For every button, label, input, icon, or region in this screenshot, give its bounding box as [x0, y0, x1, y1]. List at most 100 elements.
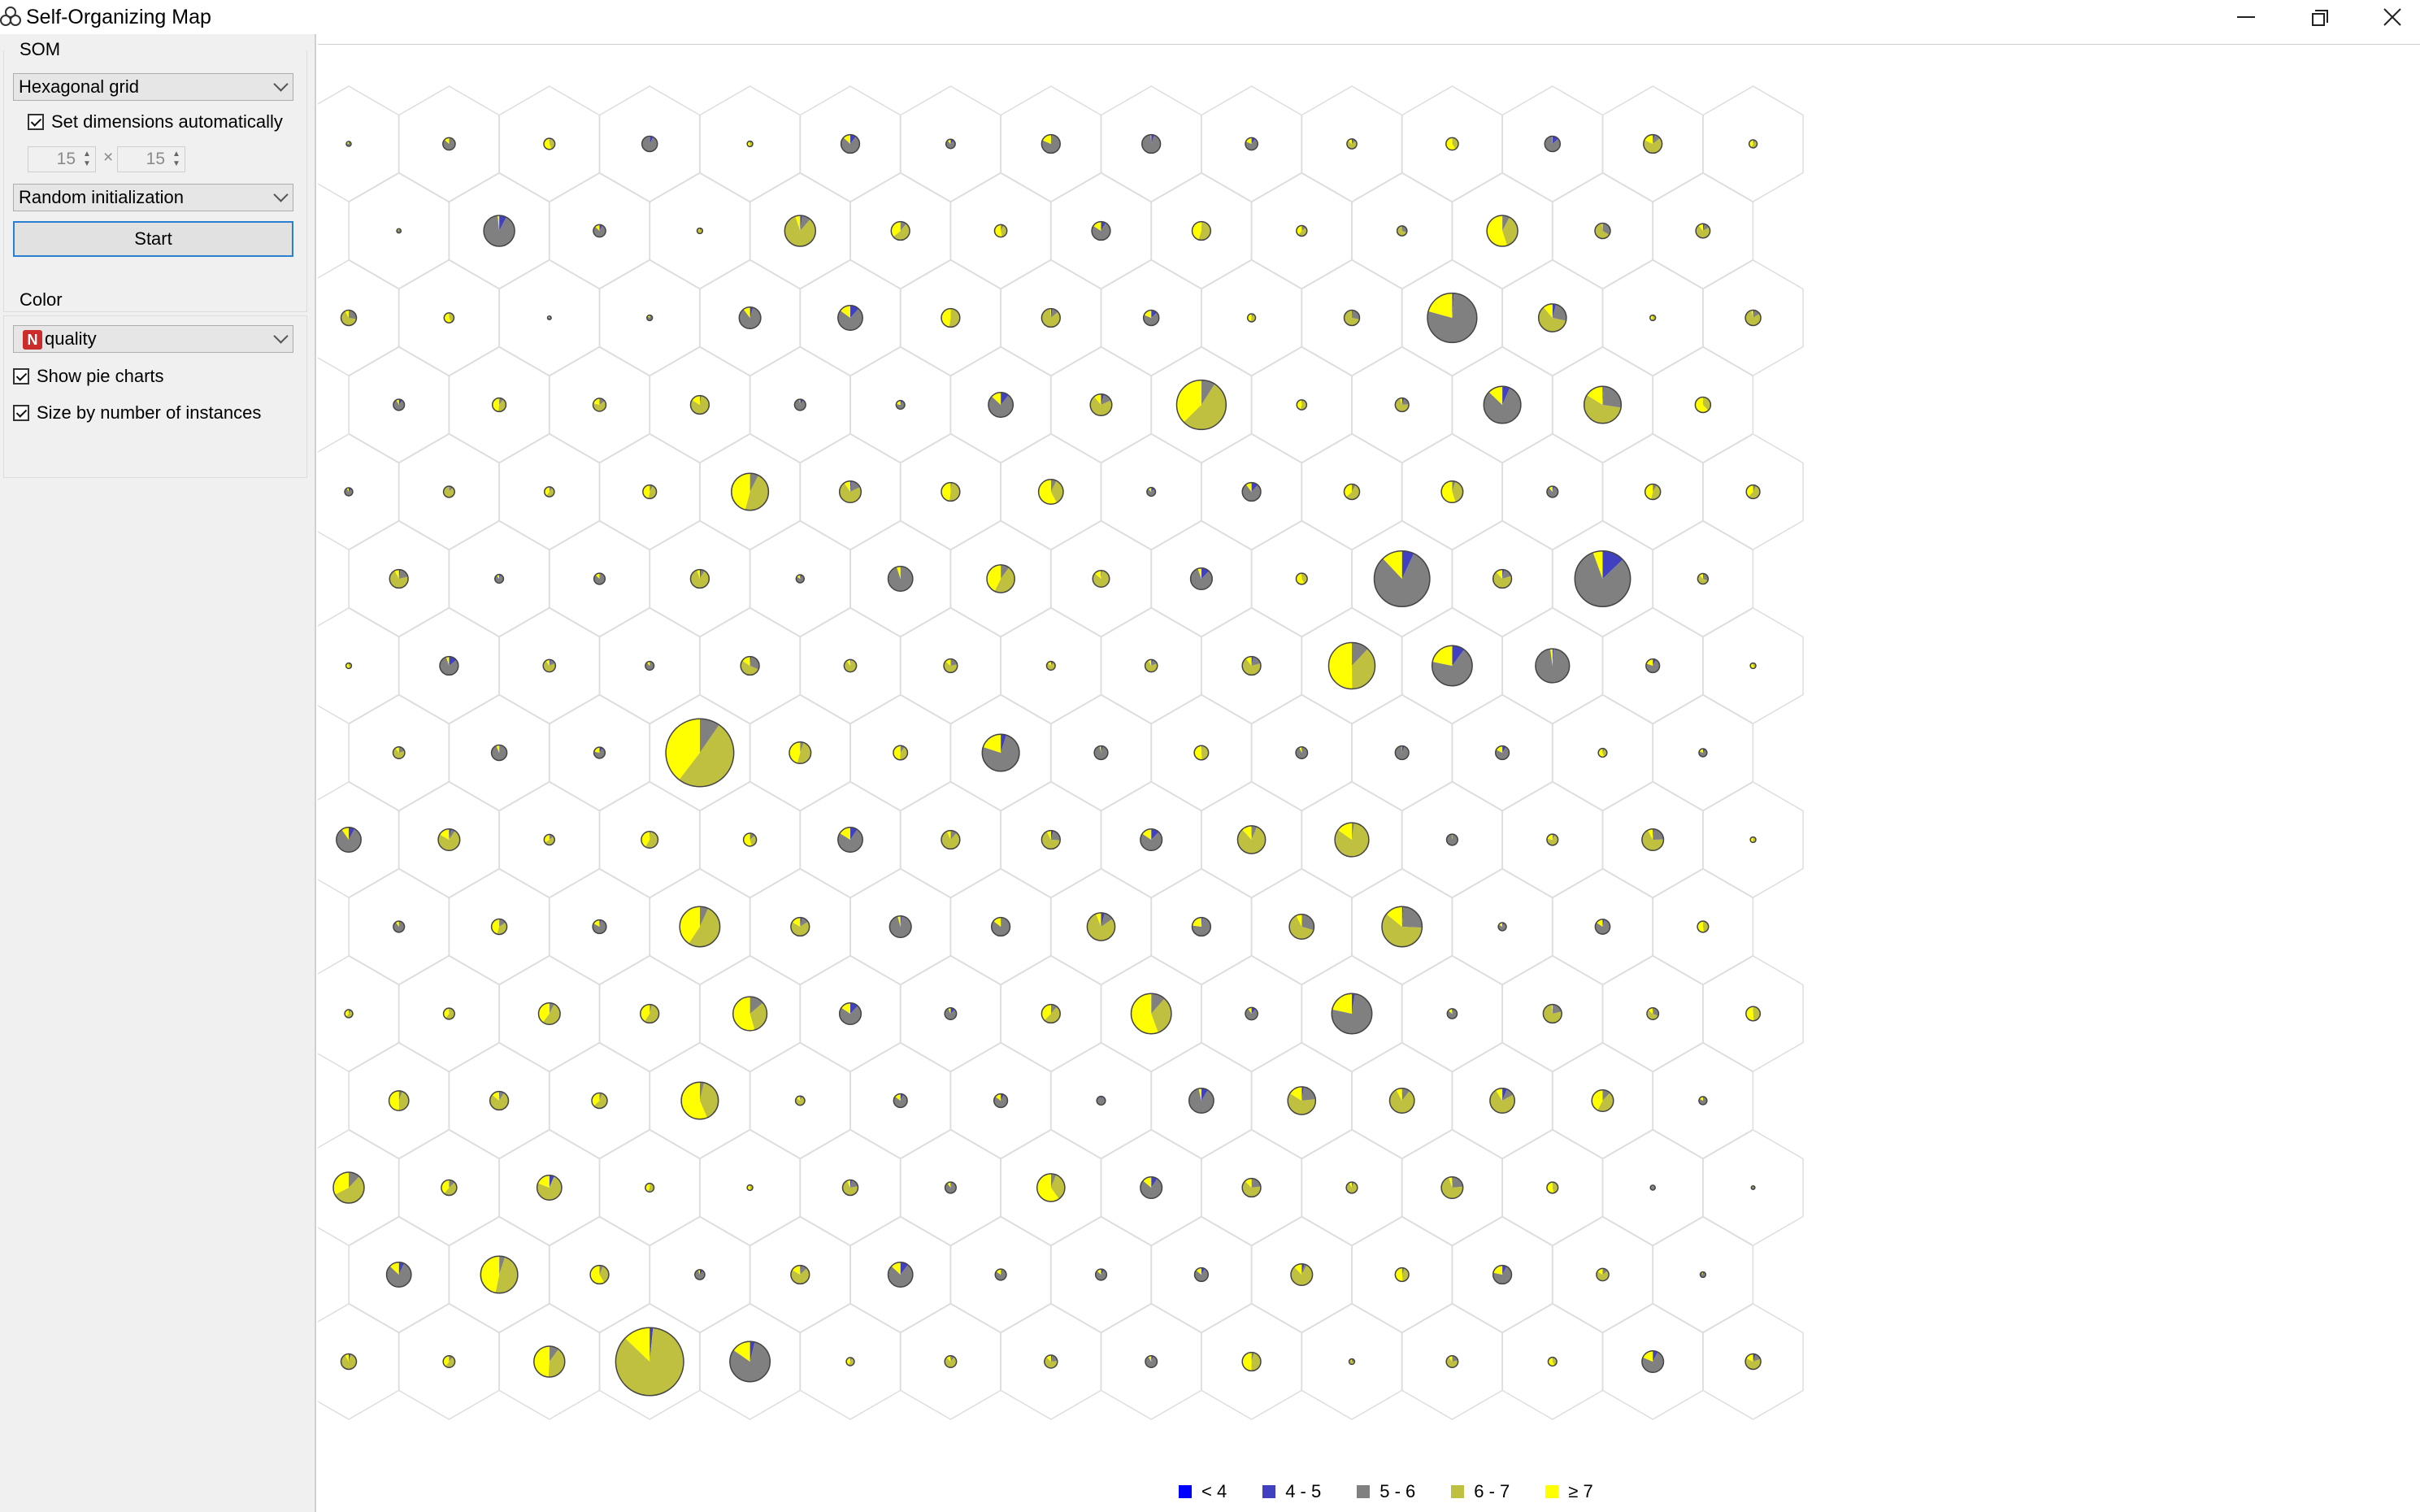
width-spinbox[interactable]: 15 ▲ ▼ — [28, 146, 96, 172]
initialization-combo[interactable]: Random initialization — [13, 184, 293, 211]
color-attribute-combo[interactable]: N quality — [13, 325, 293, 353]
orange-icon — [0, 7, 21, 26]
cell-pie-chart — [941, 829, 961, 850]
cell-pie-chart — [344, 1009, 354, 1019]
cell-pie-chart — [732, 996, 768, 1032]
cell-pie-chart — [1427, 292, 1478, 344]
cell-pie-chart — [789, 741, 812, 765]
cell-pie-chart — [1440, 1175, 1464, 1200]
chevron-down-icon — [273, 76, 289, 92]
cell-pie-chart — [893, 745, 909, 761]
cell-pie-chart — [1494, 745, 1510, 761]
som-canvas[interactable] — [318, 44, 2420, 1512]
cell-pie-chart — [680, 1081, 719, 1120]
cell-pie-chart — [1489, 1088, 1516, 1114]
size-by-instances-checkbox[interactable]: Size by number of instances — [13, 402, 261, 424]
cell-pie-chart — [887, 566, 914, 592]
cell-pie-chart — [795, 574, 805, 584]
cell-pie-chart — [1744, 309, 1762, 327]
cell-pie-chart — [1381, 906, 1423, 948]
spin-arrows-icon[interactable]: ▲ ▼ — [172, 150, 181, 169]
cell-pie-chart — [1036, 1173, 1066, 1202]
cell-pie-chart — [1296, 399, 1308, 411]
cell-pie-chart — [1241, 1177, 1262, 1198]
legend-label: ≥ 7 — [1568, 1481, 1593, 1501]
cell-pie-chart — [981, 733, 1020, 772]
legend-swatch — [1179, 1485, 1192, 1498]
cell-pie-chart — [1497, 922, 1507, 932]
show-pie-charts-checkbox[interactable]: Show pie charts — [13, 366, 164, 387]
cell-pie-chart — [1041, 307, 1061, 328]
cell-pie-chart — [345, 662, 353, 670]
cell-pie-chart — [593, 746, 606, 759]
cell-pie-chart — [840, 133, 861, 154]
cell-pie-chart — [1290, 1262, 1314, 1287]
height-spinbox[interactable]: 15 ▲ ▼ — [117, 146, 185, 172]
cell-pie-chart — [1044, 1354, 1058, 1369]
cell-pie-chart — [986, 564, 1015, 593]
cell-pie-chart — [746, 1184, 754, 1192]
cell-pie-chart — [442, 1355, 456, 1368]
cell-pie-chart — [1130, 993, 1172, 1035]
legend-swatch — [1545, 1485, 1559, 1498]
cell-pie-chart — [837, 827, 863, 853]
close-button[interactable] — [2356, 0, 2420, 34]
cell-pie-chart — [1343, 309, 1361, 327]
cell-pie-chart — [1440, 480, 1464, 504]
som-hex-grid[interactable] — [318, 45, 2418, 1511]
cell-pie-chart — [1574, 550, 1631, 607]
cell-pie-chart — [388, 1090, 410, 1111]
cell-pie-chart — [1583, 385, 1623, 424]
grid-type-value: Hexagonal grid — [19, 76, 139, 97]
cell-pie-chart — [665, 718, 735, 788]
cell-pie-chart — [336, 827, 362, 853]
cell-pie-chart — [993, 1093, 1009, 1109]
cell-pie-chart — [641, 135, 658, 153]
cell-pie-chart — [593, 224, 606, 238]
cell-pie-chart — [1092, 569, 1110, 589]
cell-pie-chart — [1388, 1088, 1415, 1114]
cell-pie-chart — [838, 1001, 862, 1026]
cell-pie-chart — [1695, 223, 1711, 239]
auto-dimensions-label: Set dimensions automatically — [51, 111, 283, 132]
cell-pie-chart — [1091, 220, 1111, 241]
control-panel: SOM Hexagonal grid Set dimensions automa… — [0, 34, 316, 1512]
title-bar: Self-Organizing Map — [0, 0, 2420, 34]
start-button[interactable]: Start — [13, 221, 293, 257]
checkbox-checked-icon — [13, 368, 29, 385]
cell-pie-chart — [1396, 225, 1408, 237]
cell-pie-chart — [443, 312, 455, 324]
cell-pie-chart — [442, 137, 456, 151]
spin-arrows-icon[interactable]: ▲ ▼ — [82, 150, 92, 169]
cell-pie-chart — [990, 916, 1011, 937]
restore-button[interactable] — [2283, 0, 2356, 34]
cell-pie-chart — [344, 487, 354, 497]
cell-pie-chart — [1288, 914, 1315, 940]
legend-item: < 4 — [1179, 1481, 1227, 1502]
cell-pie-chart — [1445, 833, 1458, 846]
cell-pie-chart — [988, 392, 1014, 418]
cell-pie-chart — [1193, 1267, 1210, 1283]
cell-pie-chart — [1241, 655, 1262, 676]
quality-legend: < 4 4 - 5 5 - 6 6 - 7 ≥ 7 — [1179, 1479, 1629, 1504]
cell-pie-chart — [784, 215, 817, 247]
cell-pie-chart — [1596, 1267, 1610, 1282]
minimize-button[interactable] — [2209, 0, 2283, 34]
auto-dimensions-checkbox[interactable]: Set dimensions automatically — [28, 111, 283, 133]
cell-pie-chart — [536, 1175, 563, 1201]
legend-label: 4 - 5 — [1285, 1481, 1322, 1501]
cell-pie-chart — [1236, 825, 1266, 854]
cell-pie-chart — [1547, 1356, 1558, 1367]
cell-pie-chart — [1446, 1008, 1458, 1019]
cell-pie-chart — [794, 1095, 806, 1106]
cell-pie-chart — [1644, 483, 1662, 501]
chevron-down-icon — [273, 328, 289, 344]
legend-label: 6 - 7 — [1474, 1481, 1510, 1501]
cell-pie-chart — [1245, 1006, 1258, 1021]
cell-pie-chart — [546, 315, 552, 321]
cell-pie-chart — [494, 573, 505, 584]
grid-type-combo[interactable]: Hexagonal grid — [13, 73, 293, 101]
cell-pie-chart — [1191, 916, 1212, 937]
cell-pie-chart — [1175, 379, 1227, 431]
cell-pie-chart — [1537, 303, 1567, 332]
